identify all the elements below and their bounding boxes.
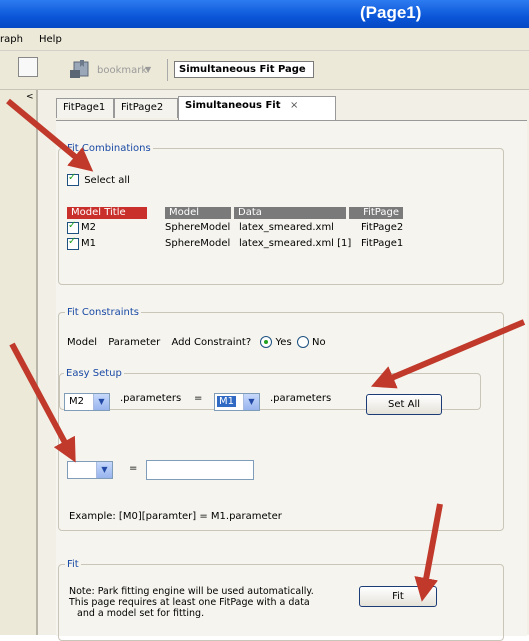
constraint-model-label: Model xyxy=(67,337,98,348)
close-icon[interactable]: × xyxy=(290,100,298,111)
window-titlebar: (Page1) xyxy=(0,0,529,28)
left-panel: < xyxy=(0,90,38,635)
row-m1-data: latex_smeared.xml [1] xyxy=(239,238,352,249)
header-model: Model xyxy=(165,207,231,219)
no-label: No xyxy=(312,337,326,348)
fit-combinations-group: Fit Combinations Select all Model Title … xyxy=(58,143,504,285)
fit-legend: Fit xyxy=(67,559,79,570)
header-data: Data xyxy=(234,207,346,219)
fit-note-line2: This page requires at least one FitPage … xyxy=(69,597,310,608)
menu-bar: raph Help xyxy=(0,28,529,51)
chevron-down-icon[interactable]: ▼ xyxy=(243,394,259,410)
fit-constraints-legend: Fit Constraints xyxy=(67,307,139,318)
select-all-label: Select all xyxy=(84,175,130,186)
easy-left-model-select[interactable]: M2 ▼ xyxy=(64,393,110,411)
constraint-header-row: Model Parameter Add Constraint? Yes No xyxy=(67,336,326,348)
chevron-down-icon[interactable]: ▼ xyxy=(93,394,109,410)
easy-right-model-value: M1 xyxy=(217,396,236,407)
table-row: M2 SphereModel latex_smeared.xml FitPage… xyxy=(67,220,497,235)
row-m1-checkbox[interactable] xyxy=(67,236,79,250)
set-all-button[interactable]: Set All xyxy=(366,394,442,415)
tab-fitpage1[interactable]: FitPage1 xyxy=(56,98,114,118)
fit-constraints-group: Fit Constraints Model Parameter Add Cons… xyxy=(58,307,504,531)
current-page-field: Simultaneous Fit Page xyxy=(174,61,314,78)
window-title: (Page1) xyxy=(360,3,422,22)
fit-button[interactable]: Fit xyxy=(359,586,437,607)
row-m2-fitpage: FitPage2 xyxy=(361,222,404,233)
yes-label: Yes xyxy=(275,337,292,348)
fit-note-line1: Note: Park fitting engine will be used a… xyxy=(69,586,314,597)
constraint-example: Example: [M0][paramter] = M1.parameter xyxy=(69,511,282,522)
left-panel-marker: < xyxy=(26,92,34,102)
easy-left-model-value: M2 xyxy=(69,396,84,407)
bookmark-label[interactable]: bookmark xyxy=(97,65,147,76)
row-m2-model: SphereModel xyxy=(165,222,231,233)
easy-setup-group: Easy Setup M2 ▼ .parameters = M1 ▼ .para… xyxy=(59,368,481,415)
constraint-parameter-label: Parameter xyxy=(108,337,161,348)
easy-params-label-1: .parameters xyxy=(120,393,182,404)
easy-params-label-2: .parameters xyxy=(270,393,332,404)
constraint-model-select[interactable]: ▼ xyxy=(67,461,113,479)
bookmark-icon[interactable] xyxy=(68,58,94,80)
tab-fitpage2-label: FitPage2 xyxy=(121,102,164,113)
row-m1-fitpage: FitPage1 xyxy=(361,238,404,249)
bookmark-dropdown-icon[interactable]: ▼ xyxy=(145,65,151,74)
fit-note: Note: Park fitting engine will be used a… xyxy=(69,586,314,619)
select-all-row: Select all xyxy=(67,172,130,186)
row-m2-checkbox[interactable] xyxy=(67,220,79,234)
row-m1-model: SphereModel xyxy=(165,238,231,249)
table-header: Model Title Model Data FitPage xyxy=(67,207,497,221)
header-fitpage: FitPage xyxy=(349,207,403,219)
easy-right-model-select[interactable]: M1 ▼ xyxy=(214,393,260,411)
main-panel: FitPage1 FitPage2 Simultaneous Fit × Fit… xyxy=(38,90,529,641)
select-all-checkbox[interactable] xyxy=(67,172,79,186)
menu-graph[interactable]: raph xyxy=(0,34,23,45)
fit-group: Fit Note: Park fitting engine will be us… xyxy=(58,559,504,641)
page-icon[interactable] xyxy=(18,57,38,77)
tab-fitpage2[interactable]: FitPage2 xyxy=(114,98,178,118)
add-constraint-label: Add Constraint? xyxy=(171,337,252,348)
easy-equals: = xyxy=(194,393,203,404)
row-m2-data: latex_smeared.xml xyxy=(239,222,334,233)
constraint-expression-input[interactable] xyxy=(146,460,254,480)
fit-combinations-legend: Fit Combinations xyxy=(67,143,151,154)
header-model-title: Model Title xyxy=(67,207,147,219)
row-m1-title: M1 xyxy=(81,238,96,249)
no-radio[interactable] xyxy=(296,336,309,348)
row-m2-title: M2 xyxy=(81,222,96,233)
menu-help[interactable]: Help xyxy=(39,34,62,45)
fit-note-line3: and a model set for fitting. xyxy=(77,608,205,619)
toolbar: bookmark ▼ Simultaneous Fit Page xyxy=(0,51,529,90)
tab-simultaneous-fit-label: Simultaneous Fit xyxy=(185,100,281,111)
toolbar-separator xyxy=(167,59,168,81)
easy-setup-legend: Easy Setup xyxy=(66,368,122,379)
yes-radio[interactable] xyxy=(260,336,273,348)
simultaneous-fit-page: Fit Combinations Select all Model Title … xyxy=(56,120,527,641)
tab-simultaneous-fit[interactable]: Simultaneous Fit × xyxy=(178,96,336,120)
table-row: M1 SphereModel latex_smeared.xml [1] Fit… xyxy=(67,236,497,251)
constraint-equals: = xyxy=(129,463,138,474)
chevron-down-icon[interactable]: ▼ xyxy=(96,462,112,478)
tab-fitpage1-label: FitPage1 xyxy=(63,102,106,113)
